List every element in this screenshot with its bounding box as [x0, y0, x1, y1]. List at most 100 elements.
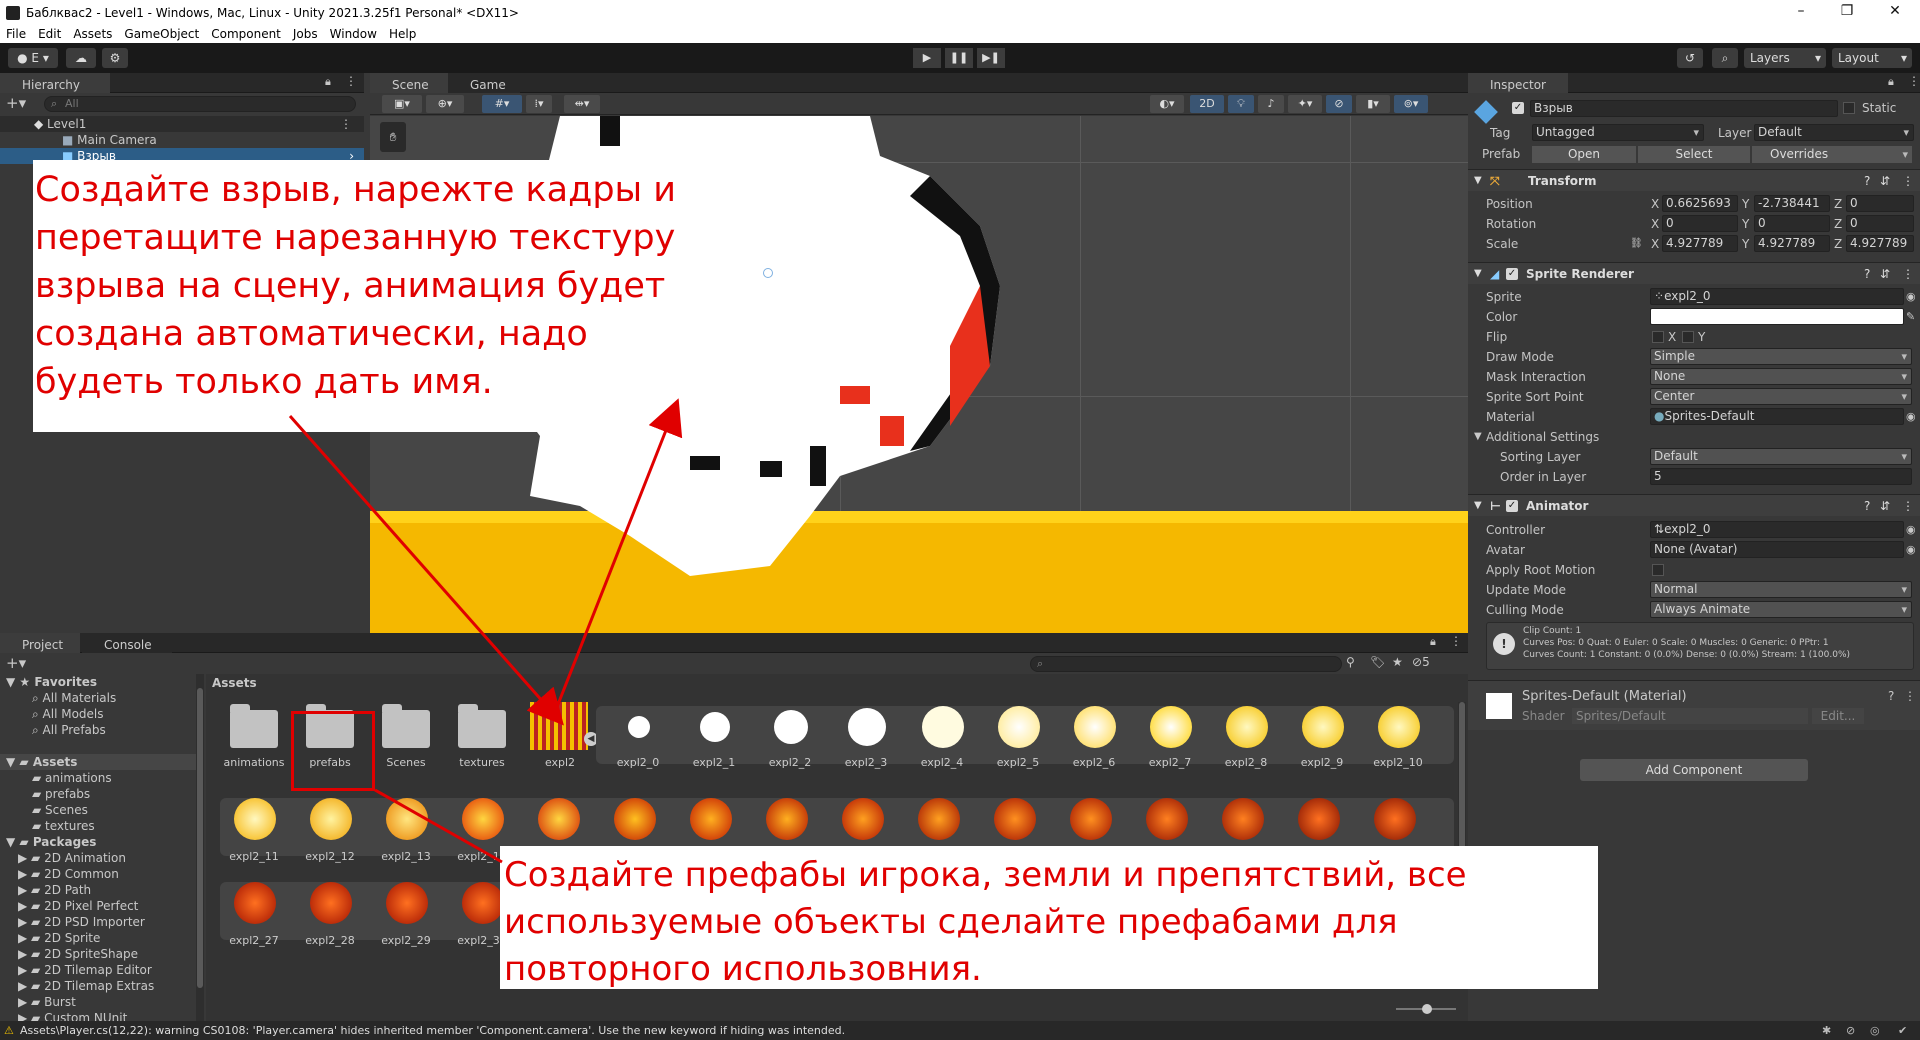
static-checkbox[interactable] — [1843, 102, 1855, 114]
scene-row[interactable]: ◆ Level1 ⋮ — [0, 116, 364, 132]
collab-icon[interactable]: ⚙ — [102, 48, 128, 68]
tab-scene[interactable]: Scene — [370, 73, 448, 93]
history-icon[interactable]: ↺ — [1677, 48, 1703, 68]
hidden-objects-icon[interactable]: ⊘ — [1326, 95, 1352, 113]
maximize-button[interactable]: ❐ — [1824, 0, 1870, 25]
favorite-icon[interactable]: ★ — [1392, 655, 1403, 669]
kebab-menu-icon[interactable]: ⋮ — [1450, 634, 1462, 648]
cache-icon[interactable]: ◎ — [1870, 1021, 1880, 1040]
prefab-select-button[interactable]: Select — [1638, 146, 1750, 163]
lighting-icon[interactable]: 💡︎ — [1228, 95, 1254, 113]
sprite-expl2-5[interactable]: expl2_5 — [982, 696, 1054, 776]
draw-mode-dropdown[interactable]: ▣▾ — [382, 95, 422, 113]
prefab-overrides-dropdown[interactable]: Overrides — [1752, 146, 1912, 163]
tree-folder-scenes[interactable]: ▰ Scenes — [0, 802, 196, 818]
tab-project[interactable]: Project — [0, 633, 80, 653]
sprite-thumbnail[interactable] — [918, 798, 960, 840]
rotation-x-input[interactable]: 0 — [1662, 215, 1738, 232]
sprite-expl2-8[interactable]: expl2_8 — [1210, 696, 1282, 776]
step-button[interactable]: ▶❚ — [977, 48, 1005, 68]
sprite-expl2-13[interactable]: expl2_13 — [370, 790, 442, 870]
align-button[interactable]: ⇹▾ — [564, 95, 600, 113]
culling-mode-dropdown[interactable]: Always Animate — [1650, 601, 1912, 618]
order-in-layer-input[interactable]: 5 — [1650, 468, 1912, 485]
tree-folder-animations[interactable]: ▰ animations — [0, 770, 196, 786]
sprite-expl2-27[interactable]: expl2_27 — [218, 874, 290, 954]
create-asset-icon[interactable]: +▾ — [6, 654, 26, 672]
hidden-packages-icon[interactable]: ⊘5 — [1412, 655, 1430, 669]
rotation-y-input[interactable]: 0 — [1754, 215, 1830, 232]
draw-mode-dropdown[interactable]: Simple — [1650, 348, 1912, 365]
add-object-icon[interactable]: +▾ — [6, 94, 26, 112]
package-item[interactable]: ▶ ▰ 2D Path — [0, 882, 196, 898]
menu-edit[interactable]: Edit — [32, 27, 67, 41]
sprite-renderer-header[interactable]: ▼ ◢ ✓ Sprite Renderer ? ⇵ ⋮ — [1468, 262, 1920, 284]
position-y-input[interactable]: -2.738441 — [1754, 195, 1830, 212]
sprite-thumbnail[interactable] — [1374, 798, 1416, 840]
sprite-field[interactable]: ⁘expl2_0 — [1650, 288, 1904, 305]
object-picker-icon[interactable]: ◉ — [1906, 540, 1916, 560]
search-by-type-icon[interactable]: ⚲ — [1346, 655, 1355, 669]
account-button[interactable]: ● E ▾ — [8, 48, 58, 68]
preset-icon[interactable]: ⇵ — [1880, 170, 1890, 192]
preset-icon[interactable]: ⇵ — [1880, 495, 1890, 517]
transform-header[interactable]: ▼ ⤧ Transform ? ⇵ ⋮ — [1468, 169, 1920, 191]
constrain-proportions-icon[interactable]: ⛓︎ — [1630, 234, 1643, 254]
package-item[interactable]: ▶ ▰ 2D Animation — [0, 850, 196, 866]
enabled-checkbox[interactable]: ✓ — [1506, 500, 1518, 512]
mode-2d-toggle[interactable]: 2D — [1190, 95, 1224, 113]
bug-report-icon[interactable]: ✔ — [1898, 1021, 1907, 1040]
object-picker-icon[interactable]: ◉ — [1906, 407, 1916, 427]
help-icon[interactable]: ? — [1864, 495, 1870, 517]
packages-header[interactable]: ▼ ▰ Packages — [0, 834, 196, 850]
root-motion-checkbox[interactable] — [1652, 564, 1664, 576]
help-icon[interactable]: ? — [1864, 170, 1870, 192]
camera-icon[interactable]: ▮▾ — [1356, 95, 1390, 113]
sorting-layer-dropdown[interactable]: Default — [1650, 448, 1912, 465]
mask-interaction-dropdown[interactable]: None — [1650, 368, 1912, 385]
package-item[interactable]: ▶ ▰ 2D Tilemap Extras — [0, 978, 196, 994]
lock-icon[interactable]: 🔒︎ — [1888, 75, 1894, 89]
position-x-input[interactable]: 0.6625693 — [1662, 195, 1738, 212]
shading-dropdown[interactable]: ◐▾ — [1150, 95, 1184, 113]
component-menu-icon[interactable]: ⋮ — [1902, 495, 1914, 517]
layers-dropdown[interactable]: Layers ▾ — [1744, 48, 1826, 68]
sprite-expl2-6[interactable]: expl2_6 — [1058, 696, 1130, 776]
sprite-thumbnail[interactable] — [766, 798, 808, 840]
eyedropper-icon[interactable]: ✎ — [1906, 307, 1915, 327]
layer-dropdown[interactable]: Default — [1754, 124, 1914, 141]
breadcrumb[interactable]: Assets — [212, 676, 257, 690]
help-icon[interactable]: ? — [1864, 263, 1870, 285]
tab-console[interactable]: Console — [82, 633, 172, 653]
object-picker-icon[interactable]: ◉ — [1906, 287, 1916, 307]
lock-icon[interactable]: 🔒︎ — [325, 75, 331, 89]
tab-inspector[interactable]: Inspector — [1468, 73, 1568, 93]
additional-settings-row[interactable]: ▼ Additional Settings — [1468, 427, 1920, 447]
package-item[interactable]: ▶ ▰ 2D Sprite — [0, 930, 196, 946]
project-search-input[interactable]: ⌕ — [1030, 656, 1342, 672]
folder-scenes[interactable]: Scenes — [370, 696, 442, 776]
menu-file[interactable]: File — [0, 27, 32, 41]
package-item[interactable]: ▶ ▰ Burst — [0, 994, 196, 1010]
tag-dropdown[interactable]: Untagged — [1532, 124, 1704, 141]
progress-icon[interactable]: ⊘ — [1846, 1021, 1855, 1040]
menu-gameobject[interactable]: GameObject — [118, 27, 205, 41]
play-button[interactable]: ▶ — [913, 48, 941, 68]
scale-x-input[interactable]: 4.927789 — [1662, 235, 1738, 252]
favorite-all-models[interactable]: ⌕ All Models — [0, 706, 196, 722]
pause-button[interactable]: ❚❚ — [945, 48, 973, 68]
menu-window[interactable]: Window — [324, 27, 383, 41]
component-menu-icon[interactable]: ⋮ — [1904, 689, 1916, 703]
lock-icon[interactable]: 🔒︎ — [1430, 635, 1436, 649]
animator-header[interactable]: ▼ ⊢ ✓ Animator ? ⇵ ⋮ — [1468, 494, 1920, 516]
pivot-dropdown[interactable]: ⊕▾ — [426, 95, 464, 113]
edit-shader-button[interactable]: Edit... — [1812, 708, 1864, 724]
close-button[interactable]: ✕ — [1872, 0, 1918, 25]
sprite-expl2-4[interactable]: expl2_4 — [906, 696, 978, 776]
assets-header[interactable]: ▼ ▰ Assets — [0, 754, 196, 770]
object-picker-icon[interactable]: ◉ — [1906, 520, 1916, 540]
menu-jobs[interactable]: Jobs — [287, 27, 324, 41]
add-component-button[interactable]: Add Component — [1580, 759, 1808, 781]
rotation-z-input[interactable]: 0 — [1846, 215, 1914, 232]
kebab-menu-icon[interactable]: ⋮ — [345, 74, 357, 88]
